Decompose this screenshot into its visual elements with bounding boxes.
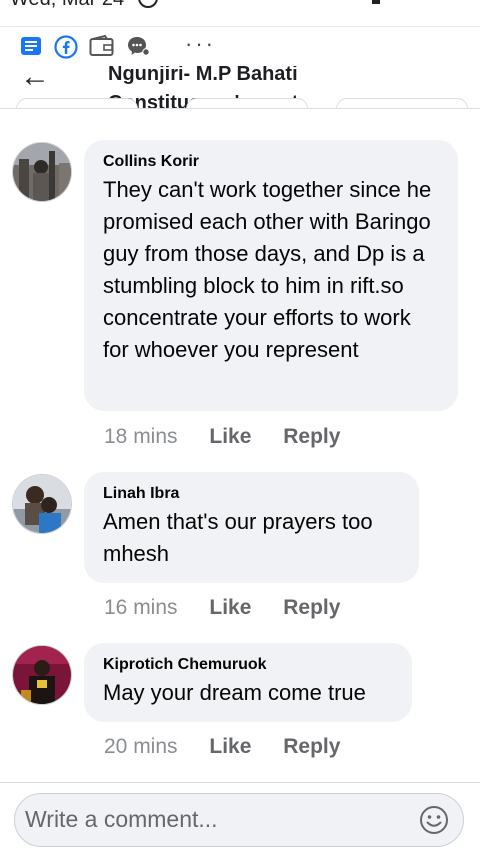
more-icon[interactable]: ··· — [185, 31, 216, 57]
emoji-icon[interactable] — [419, 805, 449, 835]
post-header: ← Ngunjiri- M.P Bahati Constituency's po… — [0, 66, 480, 109]
like-button[interactable]: Like — [209, 425, 251, 449]
reply-button[interactable]: Reply — [283, 735, 340, 759]
reply-button[interactable]: Reply — [283, 596, 340, 620]
alarm-icon — [138, 0, 158, 8]
comment-input[interactable]: Write a comment... — [14, 793, 464, 847]
comment-input-placeholder: Write a comment... — [25, 806, 218, 832]
back-arrow-icon[interactable]: ← — [20, 66, 50, 94]
reaction-pill[interactable] — [186, 98, 308, 108]
facebook-icon[interactable] — [54, 35, 78, 59]
notification-strip: ··· — [0, 26, 480, 67]
comment-time: 16 mins — [104, 596, 178, 619]
comment-time: 20 mins — [104, 735, 178, 758]
comment-text: They can't work together since he promis… — [103, 177, 432, 362]
like-button[interactable]: Like — [209, 596, 251, 620]
reaction-pill[interactable] — [16, 98, 138, 108]
reply-button[interactable]: Reply — [283, 425, 340, 449]
comment-bubble: Linah Ibra Amen that's our prayers too m… — [84, 472, 419, 583]
signal-icon — [372, 0, 380, 4]
messenger-icon[interactable] — [126, 35, 152, 59]
comment-actions: 18 mins Like Reply — [104, 425, 340, 449]
status-bar: Wed, Mar 24 — [0, 0, 480, 26]
avatar[interactable] — [12, 142, 72, 202]
comment-composer: Write a comment... — [0, 782, 480, 855]
comment-bubble: Kiprotich Chemuruok May your dream come … — [84, 643, 412, 722]
wallet-icon[interactable] — [89, 35, 115, 57]
comment-author[interactable]: Kiprotich Chemuruok — [103, 653, 394, 677]
comment-text: May your dream come true — [103, 680, 366, 705]
reaction-pill[interactable] — [336, 98, 468, 108]
comment-time: 18 mins — [104, 425, 178, 448]
news-icon[interactable] — [20, 35, 42, 57]
avatar[interactable] — [12, 645, 72, 705]
avatar[interactable] — [12, 474, 72, 534]
comment-author[interactable]: Linah Ibra — [103, 482, 401, 506]
like-button[interactable]: Like — [209, 735, 251, 759]
comment-bubble: Collins Korir They can't work together s… — [84, 140, 458, 411]
comment-text: Amen that's our prayers too mhesh — [103, 509, 373, 566]
comment-actions: 16 mins Like Reply — [104, 596, 340, 620]
status-time: Wed, Mar 24 — [10, 0, 124, 11]
comment-author[interactable]: Collins Korir — [103, 150, 440, 174]
comment-actions: 20 mins Like Reply — [104, 735, 340, 759]
